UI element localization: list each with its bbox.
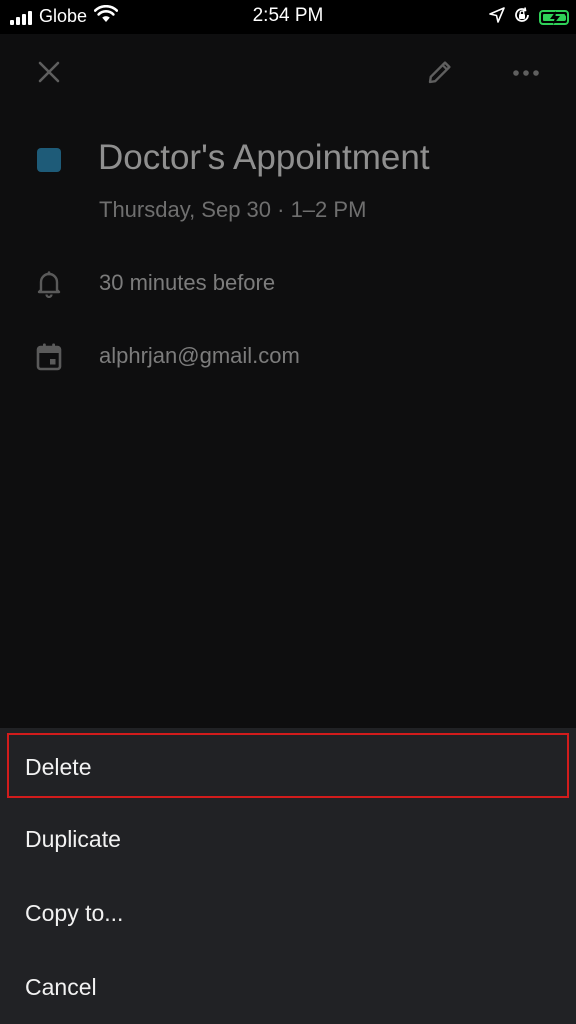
location-arrow-icon <box>489 7 505 28</box>
edit-pencil-icon <box>426 58 454 91</box>
event-date-time: Thursday, Sep 30 · 1–2 PM <box>99 197 367 222</box>
bell-icon <box>34 269 64 299</box>
screen: Globe 2:54 PM Doctor's Appointment Thurs… <box>0 0 576 1024</box>
edit-button[interactable] <box>416 50 464 98</box>
action-sheet: Delete Duplicate Copy to... Cancel <box>0 728 576 1024</box>
cancel-option[interactable]: Cancel <box>0 950 576 1024</box>
close-button[interactable] <box>25 50 73 98</box>
status-bar: Globe 2:54 PM <box>0 0 576 34</box>
calendar-icon <box>34 342 64 372</box>
event-title: Doctor's Appointment <box>98 138 430 177</box>
status-right <box>489 6 569 29</box>
orientation-lock-icon <box>513 6 531 29</box>
more-options-button[interactable] <box>502 50 550 98</box>
delete-option[interactable]: Delete <box>0 730 576 804</box>
copy-to-option[interactable]: Copy to... <box>0 876 576 950</box>
close-icon <box>37 60 61 89</box>
event-color-indicator <box>37 148 61 172</box>
duplicate-option[interactable]: Duplicate <box>0 802 576 876</box>
calendar-account: alphrjan@gmail.com <box>99 343 300 368</box>
more-horizontal-icon <box>512 65 540 83</box>
battery-icon <box>539 10 569 25</box>
reminder-text: 30 minutes before <box>99 270 276 295</box>
